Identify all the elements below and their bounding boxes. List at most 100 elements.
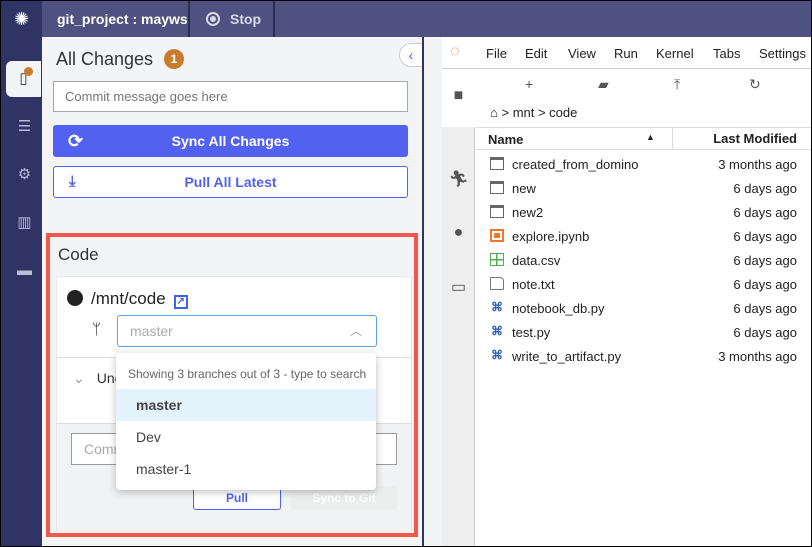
gear-icon[interactable]: ⚙ [7,157,42,193]
file-name: new2 [512,205,544,220]
domino-logo-icon[interactable]: ✺ [1,1,42,37]
download-icon: ⤓ [69,173,76,190]
branch-value: master [130,323,173,339]
file-name: new [512,181,536,196]
menu-kernel[interactable]: Kernel [656,46,694,61]
dropdown-hint: Showing 3 branches out of 3 - type to se… [128,367,367,381]
breadcrumb-path[interactable]: > mnt > code [501,105,577,120]
palette-icon[interactable]: ● [442,224,475,242]
stop-button[interactable]: Stop [190,1,275,37]
jupyterlab: ◌ File Edit View Run Kernel Tabs Setting… [442,37,811,546]
notebook-icon [490,229,504,242]
file-modified: 3 months ago [718,157,797,172]
new-launcher-icon[interactable]: + [525,76,533,92]
tabs-icon[interactable]: ▭ [442,277,475,297]
folder-icon [490,205,504,218]
stop-label: Stop [230,11,262,27]
chevron-down-icon: ⌄ [73,370,85,386]
file-row[interactable]: ⌘ notebook_db.py 6 days ago [476,296,811,320]
folder-icon [490,157,504,170]
repo-header: /mnt/code ↗ [67,289,188,309]
github-icon [67,290,83,306]
menu-edit[interactable]: Edit [525,46,547,61]
menu-run[interactable]: Run [614,46,638,61]
file-row[interactable]: ⌘ write_to_artifact.py 3 months ago [476,344,811,368]
file-row[interactable]: explore.ipynb 6 days ago [476,224,811,248]
file-list-header: Name ▲ Last Modified [476,127,811,150]
sync-all-changes-button[interactable]: ⟳ Sync All Changes [53,125,408,157]
file-row[interactable]: new 6 days ago [476,176,811,200]
changes-count-badge: 1 [164,49,184,69]
repo-path: /mnt/code [91,289,166,308]
commit-message-input[interactable] [53,81,408,112]
menu-bar: ◌ File Edit View Run Kernel Tabs Setting… [442,37,811,69]
branch-option[interactable]: master-1 [116,453,376,485]
left-nav: ▯ ☰ ⚙ ▥ ▬ [1,37,42,546]
menu-settings[interactable]: Settings [759,46,806,61]
branch-dropdown: Showing 3 branches out of 3 - type to se… [116,353,376,490]
file-list: created_from_domino 3 months ago new 6 days… [476,152,811,368]
file-name: test.py [512,325,551,340]
folder-icon[interactable]: ■ [442,69,475,127]
file-row[interactable]: data.csv 6 days ago [476,248,811,272]
menu-file[interactable]: File [486,46,507,61]
external-link-icon[interactable]: ↗ [173,295,188,309]
git-branch-icon: ᛘ [92,321,102,338]
file-browser: + ▰ ⤒ ↻ ⌂ > mnt > code Name ▲ Last Modif… [476,69,811,546]
file-modified: 6 days ago [733,253,797,268]
pull-label: Pull All Latest [184,174,277,190]
sync-label: Sync All Changes [171,133,290,149]
uncommitted-section-toggle[interactable]: ⌄ Unc [73,370,122,387]
file-name: explore.ipynb [512,229,590,244]
text-file-icon [490,277,504,290]
notification-dot [24,67,33,76]
jupyter-logo-icon: ◌ [450,43,460,60]
pull-all-latest-button[interactable]: ⤓ Pull All Latest [53,166,408,198]
python-icon: ⌘ [491,348,503,362]
branch-option[interactable]: Dev [116,421,376,453]
sort-ascending-icon: ▲ [646,132,655,142]
column-last-modified[interactable]: Last Modified [672,128,811,149]
app-window: ✺ git_project : mayws Stop ▯ ☰ ⚙ ▥ ▬ All… [1,1,811,546]
stop-icon [206,12,220,26]
database-icon[interactable]: ☰ [7,109,42,145]
file-row[interactable]: note.txt 6 days ago [476,272,811,296]
file-row[interactable]: new2 6 days ago [476,200,811,224]
collapse-panel-button[interactable]: ‹ [399,43,423,67]
branch-option[interactable]: master [116,389,376,421]
python-icon: ⌘ [491,324,503,338]
panel-title: All Changes [56,49,154,69]
home-icon[interactable]: ⌂ [490,105,498,120]
pane-divider[interactable] [422,37,424,546]
file-modified: 6 days ago [733,181,797,196]
code-title: Code [58,245,99,264]
file-row[interactable]: created_from_domino 3 months ago [476,152,811,176]
column-name[interactable]: Name [488,132,523,147]
folder-icon [490,181,504,194]
top-bar: ✺ git_project : mayws Stop [1,1,811,37]
file-modified: 6 days ago [733,277,797,292]
file-modified: 6 days ago [733,325,797,340]
file-name: write_to_artifact.py [512,349,622,364]
project-title[interactable]: git_project : mayws [42,1,190,37]
file-name: note.txt [512,277,555,292]
window-icon[interactable]: ▬ [7,253,42,289]
menu-view[interactable]: View [568,46,596,61]
csv-icon [490,253,504,266]
file-row[interactable]: ⌘ test.py 6 days ago [476,320,811,344]
upload-icon[interactable]: ⤒ [674,76,680,93]
chart-icon[interactable]: ▥ [7,205,42,241]
sync-icon: ⟳ [68,131,84,151]
chevron-up-icon: ︿ [349,324,362,338]
running-icon[interactable]: 🏃︎ [442,169,475,189]
new-folder-icon[interactable]: ▰ [598,76,609,93]
file-modified: 6 days ago [733,205,797,220]
refresh-icon[interactable]: ↻ [749,76,761,93]
file-modified: 6 days ago [733,229,797,244]
branch-select[interactable]: master ︿ [117,315,377,347]
breadcrumb: ⌂ > mnt > code [490,105,577,120]
python-icon: ⌘ [491,300,503,314]
menu-tabs[interactable]: Tabs [713,46,740,61]
file-modified: 3 months ago [718,349,797,364]
nav-changes[interactable]: ▯ [6,61,41,97]
